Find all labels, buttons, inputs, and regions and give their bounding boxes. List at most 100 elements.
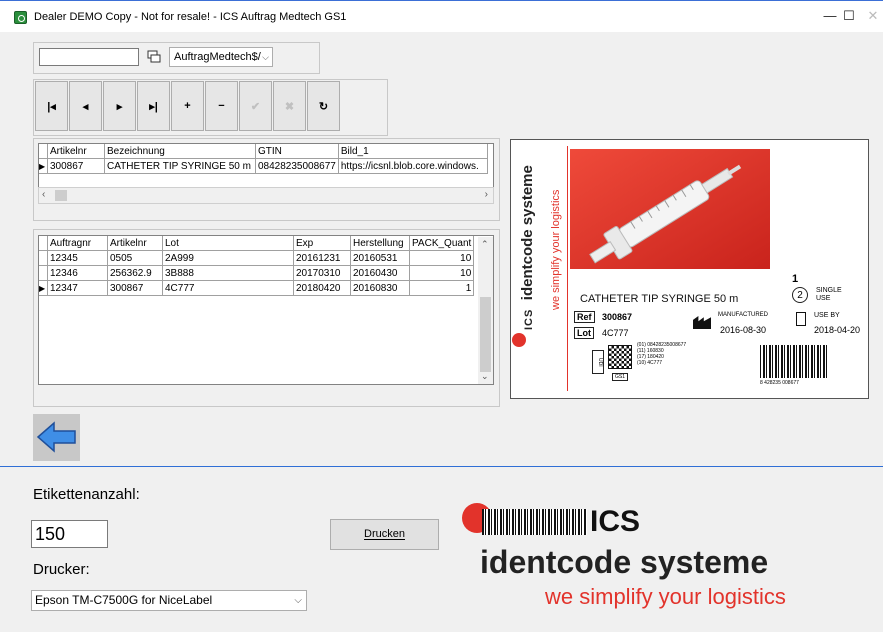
first-record-button[interactable]: |◂ [35, 81, 68, 131]
label-lot-value: 4C777 [602, 328, 629, 338]
current-row-indicator-icon: ▶ [39, 280, 48, 296]
table-cell[interactable]: 08428235008677 [255, 158, 339, 174]
table-cell[interactable]: 3B888 [162, 265, 294, 281]
label-ref-box: Ref [574, 311, 595, 323]
scroll-thumb[interactable] [55, 190, 67, 201]
column-header[interactable]: Artikelnr [107, 236, 163, 251]
table-cell[interactable]: 300867 [107, 280, 163, 296]
row-indicator-header [39, 236, 48, 251]
table-cell[interactable]: 10 [409, 250, 475, 266]
label-product-name: CATHETER TIP SYRINGE 50 m [580, 293, 739, 305]
scroll-right-icon[interactable]: › [485, 189, 488, 200]
column-header[interactable]: Herstellung [350, 236, 410, 251]
table-cell[interactable]: 10 [409, 265, 475, 281]
hri-line: (10) 4C777 [637, 360, 663, 366]
column-header[interactable]: Lot [162, 236, 294, 251]
table-cell[interactable]: 1 [409, 280, 475, 296]
next-record-button[interactable]: ▸ [103, 81, 136, 131]
scroll-left-icon[interactable]: ‹ [42, 189, 45, 200]
table-cell[interactable]: 4C777 [162, 280, 294, 296]
post-record-button[interactable]: ✔ [239, 81, 272, 131]
label-manufactured-date: 2016-08-30 [720, 325, 767, 335]
orders-table: Auftragnr Artikelnr Lot Exp Herstellung … [39, 236, 475, 296]
database-select-value: AuftragMedtech$/ [174, 51, 261, 63]
table-cell[interactable]: 300867 [47, 158, 105, 174]
column-header[interactable]: PACK_Quant [409, 236, 475, 251]
label-ref-value: 300867 [602, 312, 633, 322]
close-button[interactable]: ✕ [858, 6, 883, 26]
search-input[interactable] [39, 48, 139, 66]
table-cell[interactable]: 20180420 [293, 280, 351, 296]
print-button[interactable]: Drucken [330, 519, 439, 550]
column-header[interactable]: Auftragnr [47, 236, 108, 251]
table-cell[interactable]: 2A999 [162, 250, 294, 266]
table-cell[interactable]: 0505 [107, 250, 163, 266]
column-header[interactable]: Bild_1 [338, 144, 488, 159]
table-cell[interactable]: https://icsnl.blob.core.windows. [338, 158, 488, 174]
label-use-by-date: 2018-04-20 [814, 325, 861, 335]
use-by-hourglass-icon [796, 312, 806, 326]
back-button[interactable] [33, 414, 80, 461]
first-record-icon: |◂ [47, 100, 56, 113]
column-header[interactable]: Artikelnr [47, 144, 105, 159]
table-cell[interactable]: CATHETER TIP SYRINGE 50 m [104, 158, 256, 174]
table-cell[interactable]: 20160430 [350, 265, 410, 281]
cancel-record-button[interactable]: ✖ [273, 81, 306, 131]
single-use-icon: 2 [792, 287, 808, 303]
table-cell[interactable]: 12347 [47, 280, 108, 296]
last-record-button[interactable]: ▸| [137, 81, 170, 131]
refresh-icon: ↻ [318, 100, 329, 113]
column-header[interactable]: Exp [293, 236, 351, 251]
table-row[interactable]: ▶ 300867 CATHETER TIP SYRINGE 50 m 08428… [39, 158, 488, 174]
label-use-by: USE BY [814, 312, 840, 319]
last-record-icon: ▸| [149, 100, 158, 113]
table-row[interactable]: 12346 256362.9 3B888 20170310 20160430 1… [39, 265, 475, 281]
current-row-indicator-icon: ▶ [39, 158, 48, 174]
orders-header-row: Auftragnr Artikelnr Lot Exp Herstellung … [39, 236, 475, 251]
label-count-input[interactable]: 150 [31, 520, 108, 548]
chevron-down-icon: ⌵ [262, 52, 269, 62]
datamatrix-icon [608, 345, 632, 369]
insert-record-icon: + [184, 100, 191, 112]
logo-tagline: we simplify your logistics [545, 584, 786, 609]
label-single-use: SINGLE USE [816, 287, 842, 302]
delete-record-button[interactable]: − [205, 81, 238, 131]
table-cell[interactable]: 12346 [47, 265, 108, 281]
logo-barcode-icon [482, 509, 587, 535]
table-cell[interactable]: 256362.9 [107, 265, 163, 281]
insert-record-button[interactable]: + [171, 81, 204, 131]
prior-record-icon: ◂ [82, 100, 89, 113]
app-icon [14, 11, 27, 24]
scroll-down-icon[interactable]: ⌄ [481, 371, 489, 382]
label-manufactured: MANUFACTURED [718, 312, 769, 318]
print-button-label: Drucken [364, 528, 405, 540]
scroll-up-icon[interactable]: ⌃ [481, 239, 489, 250]
refresh-button[interactable]: ↻ [307, 81, 340, 131]
database-icon[interactable] [147, 50, 161, 63]
table-row[interactable]: ▶ 12347 300867 4C777 20180420 20160830 1 [39, 280, 475, 296]
post-record-icon: ✔ [250, 100, 261, 113]
vertical-scrollbar[interactable]: ⌃ ⌄ [478, 237, 493, 384]
arrow-left-icon [36, 421, 76, 453]
chevron-down-icon: ⌵ [294, 595, 302, 606]
database-select[interactable]: AuftragMedtech$/ ⌵ [169, 47, 273, 67]
horizontal-scrollbar[interactable]: ‹ › [38, 187, 494, 204]
row-indicator-header [39, 144, 48, 159]
printer-select[interactable]: Epson TM-C7500G for NiceLabel ⌵ [31, 590, 307, 611]
label-gs1-box: GS1 [612, 373, 629, 381]
table-cell[interactable]: 20160531 [350, 250, 410, 266]
label-quantity: 1 [792, 273, 799, 285]
column-header[interactable]: Bezeichnung [104, 144, 256, 159]
prior-record-button[interactable]: ◂ [69, 81, 102, 131]
printer-label: Drucker: [33, 561, 90, 578]
table-cell[interactable]: 20161231 [293, 250, 351, 266]
table-row[interactable]: 12345 0505 2A999 20161231 20160531 10 [39, 250, 475, 266]
table-cell[interactable]: 12345 [47, 250, 108, 266]
scroll-thumb[interactable] [480, 297, 491, 372]
syringe-illustration [570, 149, 770, 269]
orders-grid[interactable]: Auftragnr Artikelnr Lot Exp Herstellung … [38, 235, 494, 385]
table-cell[interactable]: 20170310 [293, 265, 351, 281]
label-vertical-brand: ICS identcode systeme [519, 130, 537, 330]
table-cell[interactable]: 20160830 [350, 280, 410, 296]
column-header[interactable]: GTIN [255, 144, 339, 159]
